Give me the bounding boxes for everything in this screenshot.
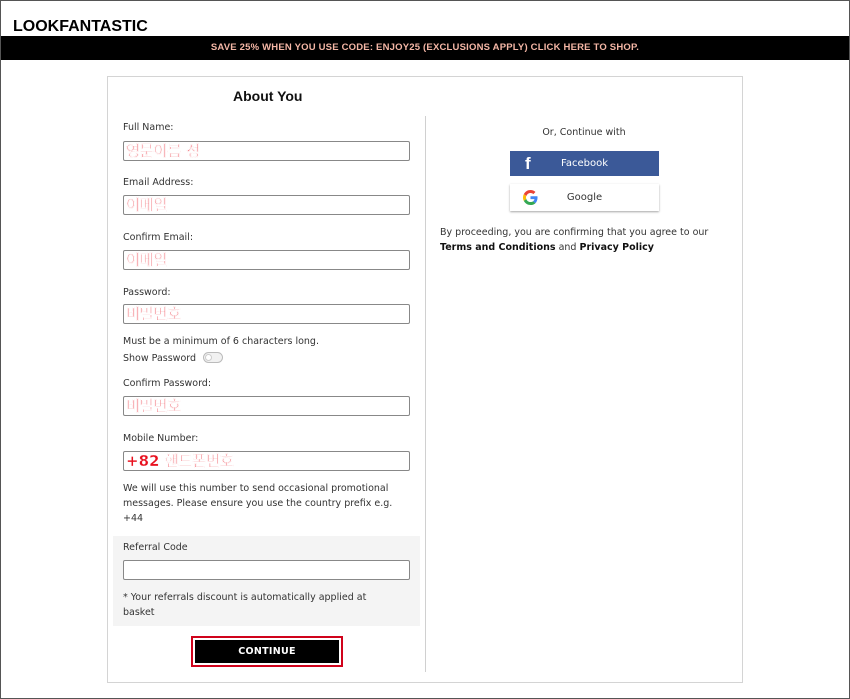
terms-text: By proceeding, you are confirming that y… [440,225,730,255]
terms-prefix: By proceeding, you are confirming that y… [440,227,709,238]
password-label: Password: [123,287,171,298]
continue-highlight: CONTINUE [191,636,343,667]
confirm-password-label: Confirm Password: [123,378,212,389]
column-divider [425,116,426,672]
password-field[interactable]: 비밀번호 [123,304,410,324]
confirm-email-value: 이메일 [126,251,168,269]
referral-hint-line2: basket [123,607,155,618]
privacy-link[interactable]: Privacy Policy [580,242,654,253]
or-continue-with: Or, Continue with [542,127,626,138]
referral-hint-line1: * Your referrals discount is automatical… [123,592,367,603]
email-field[interactable]: 이메일 [123,195,410,215]
google-button[interactable]: Google [510,184,659,211]
facebook-label: Facebook [561,158,608,169]
page-title: About You [233,88,303,104]
referral-label: Referral Code [123,542,188,553]
full-name-value: 영문이름 성 [126,142,201,160]
mobile-value: +82 핸드폰번호 [126,452,234,470]
continue-button[interactable]: CONTINUE [195,640,339,663]
full-name-label: Full Name: [123,122,174,133]
show-password-label: Show Password [123,353,197,364]
terms-link[interactable]: Terms and Conditions [440,242,556,253]
facebook-button[interactable]: f Facebook [510,151,659,176]
email-value: 이메일 [126,196,168,214]
full-name-field[interactable]: 영문이름 성 [123,141,410,161]
confirm-email-label: Confirm Email: [123,232,194,243]
password-hint: Must be a minimum of 6 characters long. [123,336,319,347]
mobile-hint-line2: messages. Please ensure you use the coun… [123,498,393,509]
promo-banner[interactable]: SAVE 25% WHEN YOU USE CODE: ENJOY25 (EXC… [1,36,849,60]
terms-and: and [558,242,577,253]
confirm-email-field[interactable]: 이메일 [123,250,410,270]
mobile-hint-line1: We will use this number to send occasion… [123,483,389,494]
confirm-password-field[interactable]: 비밀번호 [123,396,410,416]
mobile-label: Mobile Number: [123,433,199,444]
email-label: Email Address: [123,177,194,188]
mobile-field[interactable]: +82 핸드폰번호 [123,451,410,471]
password-value: 비밀번호 [126,305,182,323]
show-password-toggle[interactable] [203,352,223,363]
confirm-password-value: 비밀번호 [126,397,182,415]
toggle-knob [205,354,212,361]
google-label: Google [566,192,603,203]
site-logo[interactable]: LOOKFANTASTIC [13,18,148,36]
mobile-hint-line3: +44 [123,513,144,524]
referral-field[interactable] [123,560,410,580]
